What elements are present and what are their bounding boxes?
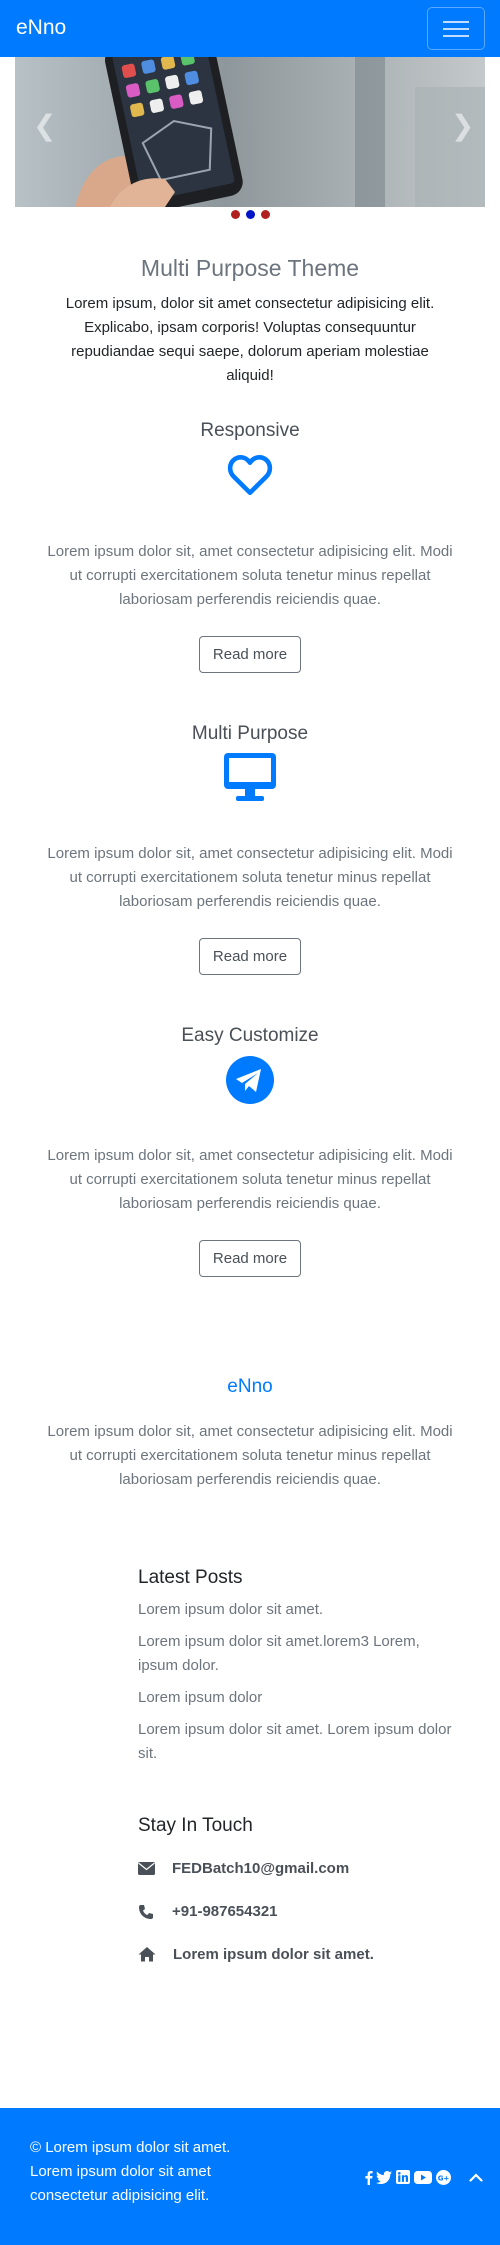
about-title: eNno: [227, 1376, 273, 1397]
google-plus-icon[interactable]: G+: [436, 2170, 451, 2185]
read-more-button[interactable]: Read more: [199, 1240, 301, 1277]
twitter-icon[interactable]: [376, 2171, 392, 2184]
feature-title: Multi Purpose: [191, 723, 309, 744]
envelope-icon: [138, 1862, 155, 1875]
navbar-toggle-button[interactable]: [427, 7, 485, 50]
contact-email-text: FEDBatch10@gmail.com: [172, 1860, 350, 1877]
linkedin-icon[interactable]: [396, 2170, 410, 2184]
feature-text: Lorem ipsum dolor sit, amet consectetur …: [47, 1147, 453, 1212]
carousel-indicators: [0, 210, 500, 222]
footer: © Lorem ipsum dolor sit amet. Lorem ipsu…: [0, 2108, 500, 2245]
carousel-indicator[interactable]: [230, 210, 240, 219]
home-icon: [138, 1947, 156, 1962]
facebook-icon[interactable]: [364, 2170, 373, 2185]
feature-text: Lorem ipsum dolor sit, amet consectetur …: [47, 845, 453, 910]
chevron-up-icon[interactable]: [469, 2172, 483, 2182]
latest-posts-title: Latest Posts: [138, 1567, 243, 1588]
hamburger-icon: [443, 21, 469, 23]
post-link[interactable]: Lorem ipsum dolor sit amet. Lorem ipsum …: [138, 1718, 458, 1766]
read-more-button[interactable]: Read more: [199, 938, 301, 975]
about-text: Lorem ipsum dolor sit, amet consectetur …: [47, 1423, 453, 1488]
youtube-icon[interactable]: [414, 2171, 432, 2184]
carousel-indicator[interactable]: [260, 210, 270, 219]
hero-carousel: ❮ ❯: [15, 57, 485, 207]
navbar-brand[interactable]: eNno: [16, 16, 66, 40]
contact-phone-text: +91-987654321: [172, 1903, 278, 1920]
post-link[interactable]: Lorem ipsum dolor: [138, 1686, 458, 1710]
heart-icon: [227, 455, 273, 495]
feature-title: Easy Customize: [181, 1025, 319, 1046]
post-link[interactable]: Lorem ipsum dolor sit amet.lorem3 Lorem,…: [138, 1630, 458, 1678]
carousel-prev-button[interactable]: ❮: [33, 112, 56, 140]
carousel-indicator-active[interactable]: [245, 210, 255, 219]
hamburger-icon-bar: [443, 35, 469, 37]
feature-title: Responsive: [200, 420, 300, 441]
carousel-slide-image: [15, 57, 485, 207]
contact-address-text: Lorem ipsum dolor sit amet.: [173, 1946, 374, 1963]
feature-text: Lorem ipsum dolor sit, amet consectetur …: [47, 543, 453, 608]
hero-text: Lorem ipsum, dolor sit amet consectetur …: [65, 295, 435, 384]
hero-title: Multi Purpose Theme: [140, 255, 360, 281]
stay-in-touch-title: Stay In Touch: [138, 1815, 253, 1836]
telegram-icon: [226, 1056, 274, 1104]
footer-copyright: © Lorem ipsum dolor sit amet. Lorem ipsu…: [30, 2139, 231, 2204]
hamburger-icon-bar: [443, 28, 469, 30]
navbar: eNno: [0, 0, 500, 57]
svg-text:G+: G+: [438, 2174, 450, 2182]
read-more-button[interactable]: Read more: [199, 636, 301, 673]
carousel-next-button[interactable]: ❯: [451, 112, 474, 140]
desktop-icon: [224, 753, 276, 801]
phone-icon: [139, 1905, 153, 1919]
post-link[interactable]: Lorem ipsum dolor sit amet.: [138, 1598, 458, 1622]
